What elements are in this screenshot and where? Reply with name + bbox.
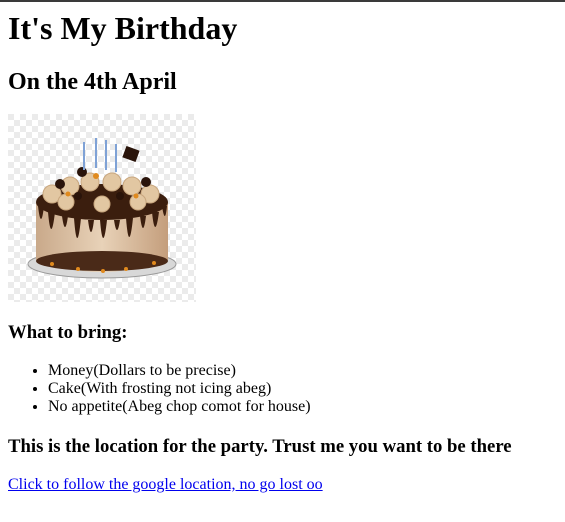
birthday-cake-image: [8, 114, 196, 302]
list-item: Cake(With frosting not icing abeg): [48, 380, 311, 398]
google-location-link[interactable]: Click to follow the google location, no …: [8, 476, 323, 494]
window-top-border: [0, 0, 565, 2]
bring-heading: What to bring:: [8, 322, 128, 343]
list-item: No appetite(Abeg chop comot for house): [48, 398, 311, 416]
page-title: It's My Birthday: [8, 10, 238, 46]
list-item: Money(Dollars to be precise): [48, 362, 311, 380]
bring-list: Money(Dollars to be precise) Cake(With f…: [8, 362, 311, 416]
date-heading: On the 4th April: [8, 69, 177, 95]
location-heading: This is the location for the party. Trus…: [8, 436, 512, 457]
